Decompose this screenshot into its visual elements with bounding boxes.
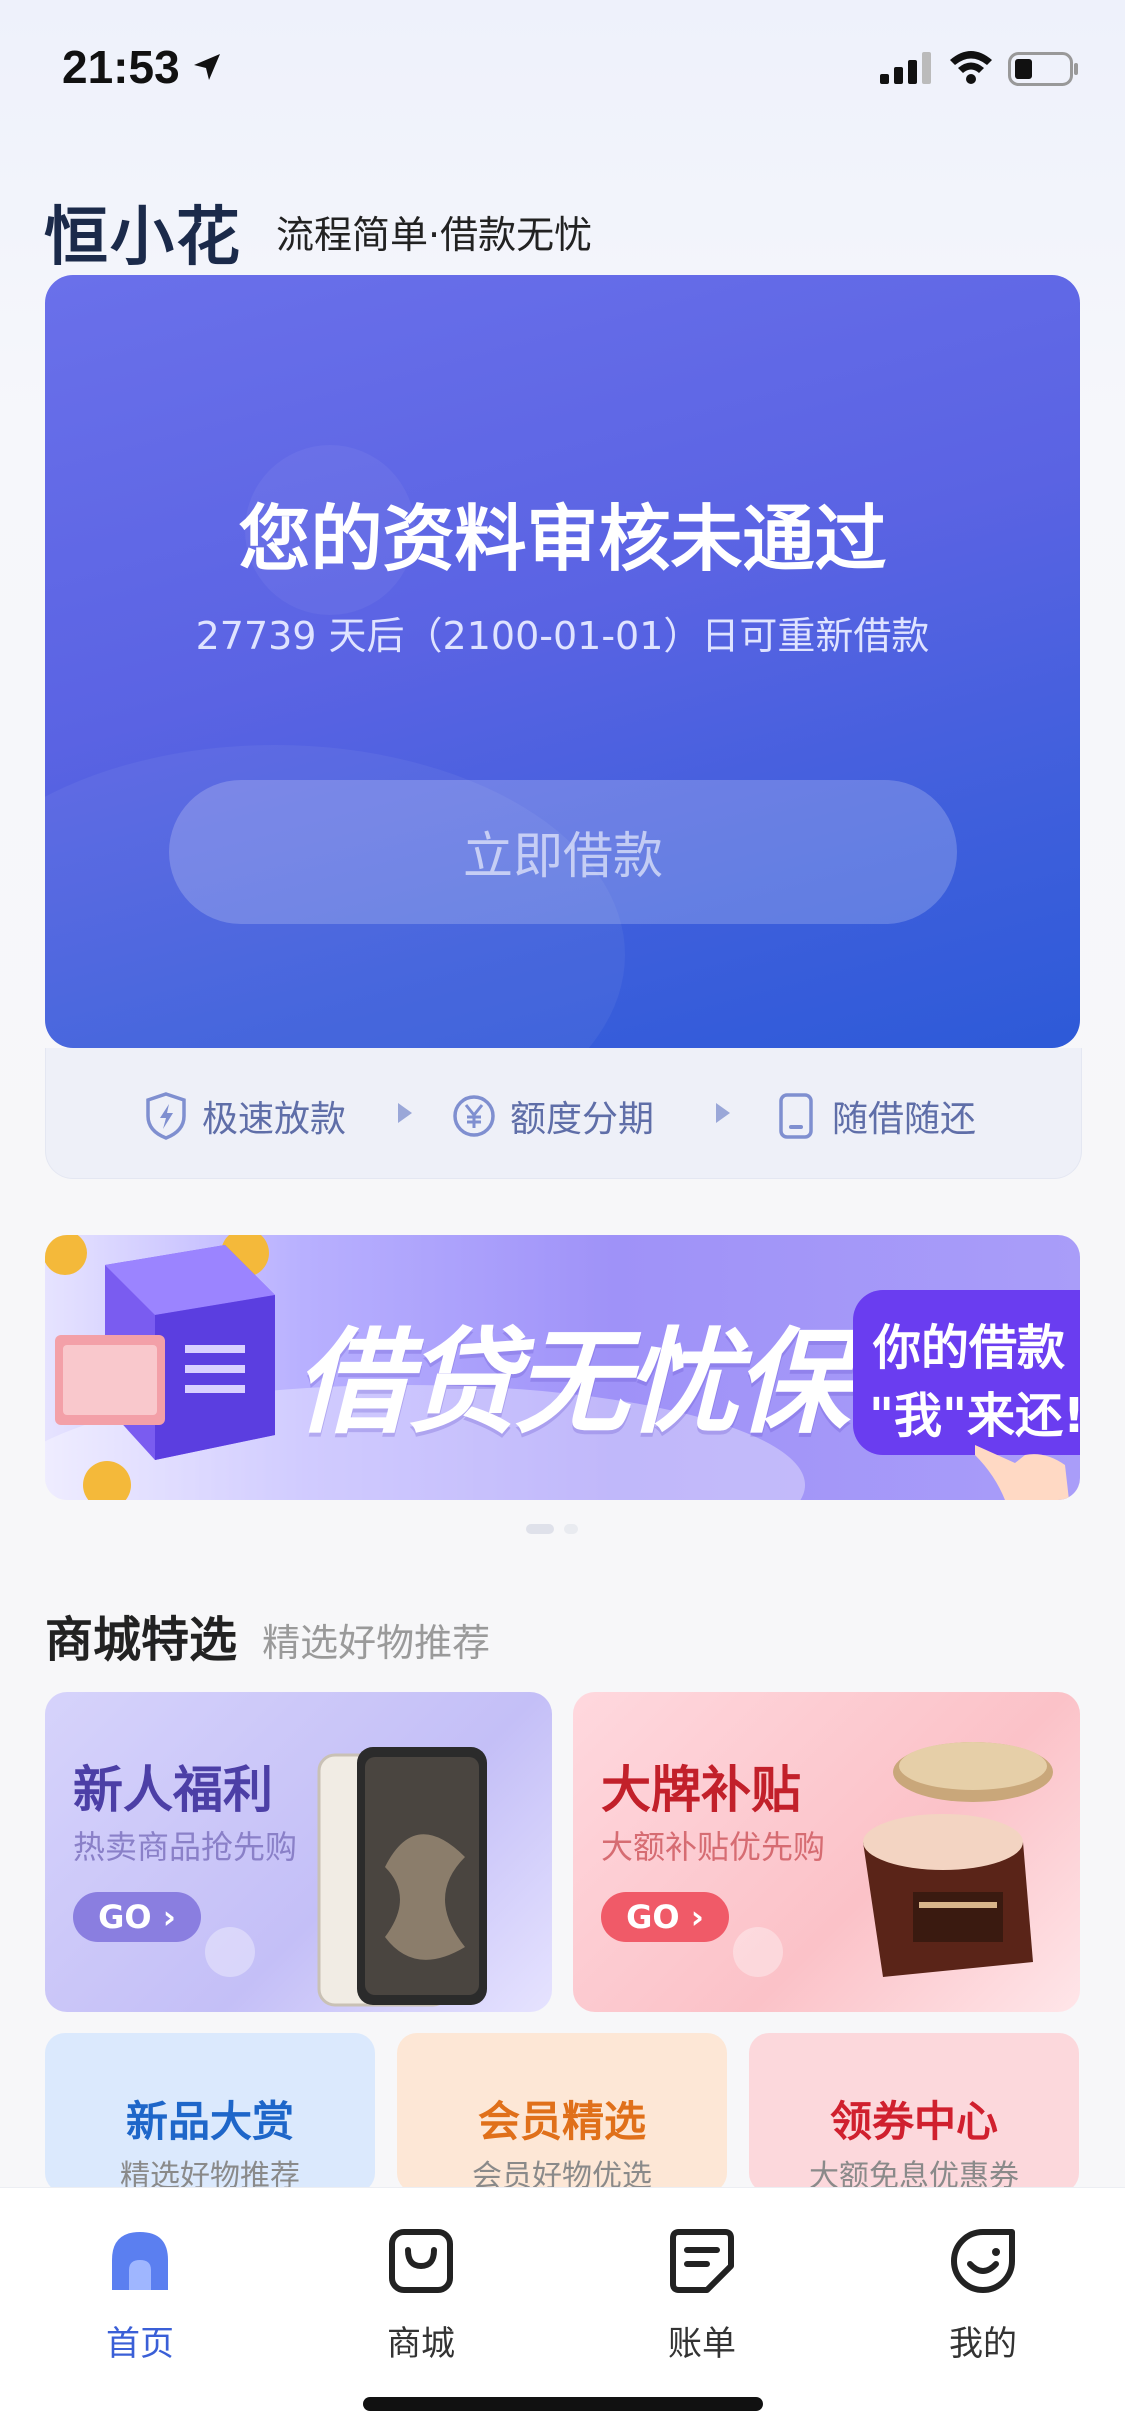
bill-icon [670, 2229, 734, 2293]
promo-subtitle: 大额补贴优先购 [601, 1828, 826, 1866]
battery-icon [1008, 52, 1078, 86]
review-status-title: 您的资料审核未通过 [238, 497, 887, 581]
promo-subtitle: 热卖商品抢先购 [73, 1828, 298, 1866]
banner-title: 借贷无忧保 [295, 1316, 849, 1449]
shopping-bag-icon [389, 2229, 453, 2293]
borrow-now-button[interactable]: 立即借款 [169, 780, 957, 924]
home-icon [112, 2232, 168, 2290]
promo-banner[interactable]: 借贷无忧保 你的借款 "我"来还! [45, 1235, 1080, 1500]
pointing-hand-icon [975, 1445, 1069, 1500]
section-title: 商城特选 [45, 1612, 238, 1668]
status-time: 21:53 [62, 41, 180, 93]
tile-title: 会员精选 [477, 2097, 646, 2146]
tile-new-products[interactable]: 新品大赏 精选好物推荐 [45, 2033, 375, 2193]
wifi-icon [950, 51, 992, 84]
yen-circle-icon [453, 1095, 495, 1137]
shield-lightning-icon [146, 1092, 186, 1140]
tile-title: 领券中心 [829, 2097, 998, 2146]
home-indicator[interactable] [363, 2397, 763, 2411]
tab-mall[interactable]: 商城 [331, 2204, 511, 2374]
phone-icon [779, 1093, 813, 1139]
server-coins-illustration [45, 1235, 275, 1500]
tile-coupon-center[interactable]: 领券中心 大额免息优惠券 [749, 2033, 1079, 2193]
promo-card-newcomer[interactable]: 新人福利 热卖商品抢先购 GO › [45, 1692, 552, 2012]
tile-member-picks[interactable]: 会员精选 会员好物优选 [397, 2033, 727, 2193]
tab-label: 首页 [106, 2324, 174, 2364]
reapply-date-text: 27739 天后（2100-01-01）日可重新借款 [195, 614, 930, 658]
carousel-dot-active [526, 1524, 554, 1534]
go-label: GO [98, 1898, 152, 1936]
tab-bills[interactable]: 账单 [612, 2204, 792, 2374]
feature-label: 极速放款 [202, 1099, 347, 1140]
cream-jar-icon [863, 1742, 1053, 1977]
feature-label: 额度分期 [510, 1099, 655, 1140]
carousel-indicator [526, 1524, 578, 1534]
promo-title: 大牌补贴 [601, 1761, 801, 1819]
tab-label: 账单 [668, 2324, 736, 2364]
arrow-right-icon [716, 1103, 730, 1123]
tablet-icon [317, 1747, 487, 2007]
tab-home[interactable]: 首页 [50, 2204, 230, 2374]
go-label: GO [626, 1898, 680, 1936]
tab-profile[interactable]: 我的 [893, 2204, 1073, 2374]
feature-fast-loan: 极速放款 [144, 1090, 346, 1142]
section-subtitle: 精选好物推荐 [262, 1621, 491, 1665]
feature-label: 随借随还 [832, 1099, 977, 1140]
feature-installment: 额度分期 [452, 1090, 654, 1142]
arrow-right-icon [398, 1103, 412, 1123]
promo-title: 新人福利 [73, 1761, 273, 1819]
tile-subtitle: 大额免息优惠券 [809, 2159, 1019, 2193]
go-button[interactable]: GO › [73, 1892, 201, 1942]
tile-subtitle: 精选好物推荐 [120, 2159, 300, 2193]
features-strip: 极速放款 额度分期 随借随还 [45, 1048, 1082, 1179]
feature-flexible-repay: 随借随还 [774, 1090, 976, 1142]
go-button[interactable]: GO › [601, 1892, 729, 1942]
tile-subtitle: 会员好物优选 [472, 2159, 652, 2193]
app-logo: 恒小花 [44, 201, 242, 275]
loan-status-card: 您的资料审核未通过 27739 天后（2100-01-01）日可重新借款 立即借… [45, 275, 1080, 1048]
promo-card-brand-subsidy[interactable]: 大牌补贴 大额补贴优先购 GO › [573, 1692, 1080, 2012]
decorative-shape [205, 1927, 255, 1977]
mall-section-header: 商城特选 精选好物推荐 [45, 1600, 490, 1670]
decorative-shape [733, 1927, 783, 1977]
location-arrow-icon [194, 54, 220, 80]
profile-smile-icon [951, 2229, 1015, 2293]
tile-title: 新品大赏 [125, 2097, 294, 2146]
status-bar: 21:53 [0, 0, 1125, 140]
tab-label: 我的 [949, 2324, 1017, 2364]
cellular-signal-icon [880, 52, 931, 84]
carousel-dot [564, 1524, 578, 1534]
banner-tag-line: 你的借款 [873, 1320, 1066, 1376]
tab-label: 商城 [387, 2324, 455, 2364]
brand-slogan: 流程简单·借款无忧 [276, 213, 593, 257]
